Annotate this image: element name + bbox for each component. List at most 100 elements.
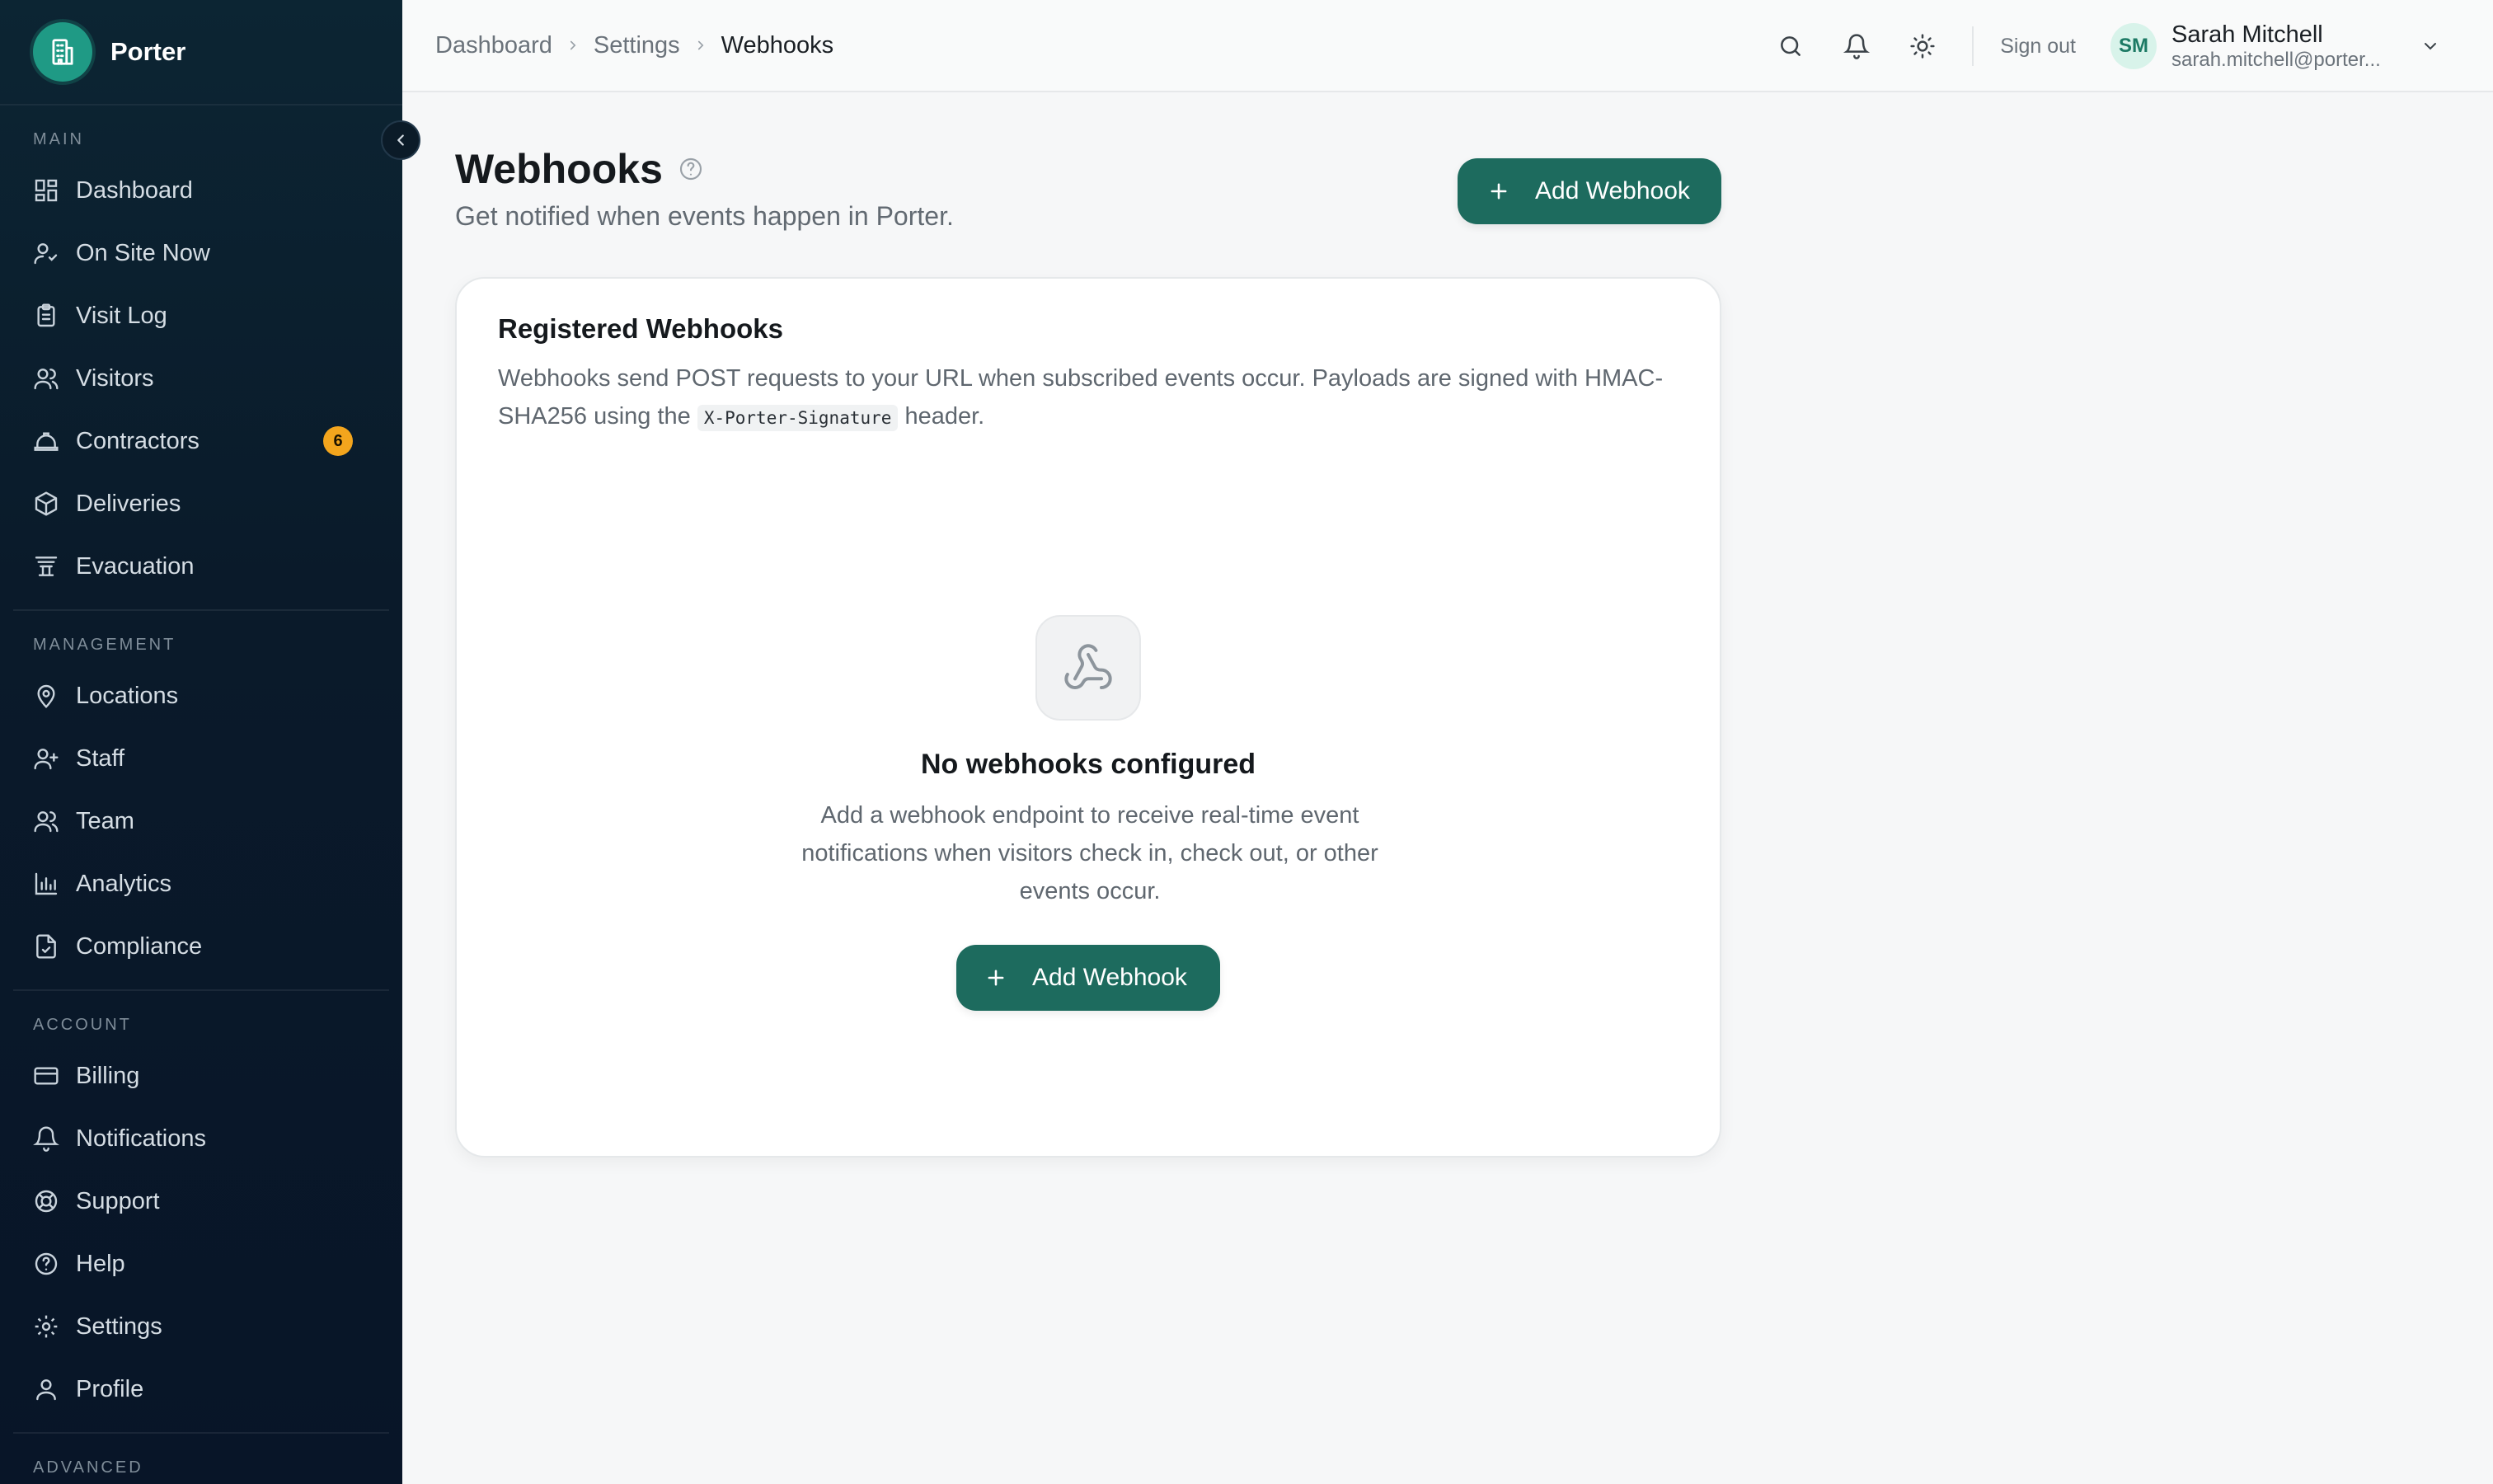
user-name: Sarah Mitchell bbox=[2171, 21, 2323, 48]
signature-header-code: X-Porter-Signature bbox=[697, 405, 899, 431]
nav-section-advanced: ADVANCED bbox=[0, 1434, 402, 1484]
page-subtitle: Get notified when events happen in Porte… bbox=[455, 201, 954, 231]
user-icon bbox=[33, 1376, 59, 1402]
sidebar-item-compliance[interactable]: Compliance bbox=[13, 915, 389, 978]
sidebar-item-label: Dashboard bbox=[76, 176, 193, 204]
sidebar-item-label: Help bbox=[76, 1250, 125, 1277]
add-webhook-button[interactable]: Add Webhook bbox=[1458, 158, 1721, 224]
card-description-tail: header. bbox=[904, 403, 985, 430]
sidebar-item-label: Visitors bbox=[76, 364, 154, 392]
chevron-right-icon bbox=[693, 38, 708, 53]
sidebar-item-dashboard[interactable]: Dashboard bbox=[13, 159, 389, 222]
sidebar-item-staff[interactable]: Staff bbox=[13, 727, 389, 790]
sidebar-item-team[interactable]: Team bbox=[13, 790, 389, 852]
theme-toggle-button[interactable] bbox=[1903, 26, 1942, 66]
sidebar-item-label: Billing bbox=[76, 1062, 140, 1089]
page-header: Webhooks bbox=[455, 145, 704, 193]
help-circle-icon[interactable] bbox=[678, 156, 704, 182]
sidebar-item-locations[interactable]: Locations bbox=[13, 665, 389, 727]
clipboard-icon bbox=[33, 303, 59, 329]
bell-icon bbox=[33, 1125, 59, 1152]
users-icon bbox=[33, 365, 59, 392]
search-button[interactable] bbox=[1771, 26, 1810, 66]
avatar[interactable]: SM bbox=[2110, 23, 2157, 69]
sidebar-item-help[interactable]: Help bbox=[13, 1233, 389, 1295]
contractors-count-badge: 6 bbox=[323, 426, 353, 456]
section-label: MANAGEMENT bbox=[33, 636, 176, 654]
sidebar-item-support[interactable]: Support bbox=[13, 1170, 389, 1233]
map-pin-icon bbox=[33, 683, 59, 709]
sidebar-item-visitors[interactable]: Visitors bbox=[13, 347, 389, 410]
chevron-right-icon bbox=[566, 38, 580, 53]
evacuation-icon bbox=[33, 553, 59, 580]
user-menu[interactable]: Sarah Mitchell sarah.mitchell@porter... bbox=[2171, 21, 2402, 72]
page-title: Webhooks bbox=[455, 146, 663, 192]
sidebar-item-on-site-now[interactable]: On Site Now bbox=[13, 222, 389, 284]
file-check-icon bbox=[33, 933, 59, 960]
breadcrumb-settings[interactable]: Settings bbox=[594, 32, 680, 59]
user-plus-icon bbox=[33, 745, 59, 772]
chevron-down-icon[interactable] bbox=[2420, 36, 2440, 56]
sidebar-item-profile[interactable]: Profile bbox=[13, 1358, 389, 1421]
sidebar-item-analytics[interactable]: Analytics bbox=[13, 852, 389, 915]
collapse-sidebar-button[interactable] bbox=[381, 120, 420, 160]
user-email: sarah.mitchell@porter... bbox=[2171, 48, 2381, 71]
section-label: ACCOUNT bbox=[33, 1016, 132, 1034]
bell-icon bbox=[1843, 34, 1871, 59]
section-label: MAIN bbox=[33, 130, 84, 148]
bar-chart-icon bbox=[33, 871, 59, 897]
empty-state-title: No webhooks configured bbox=[920, 749, 1256, 780]
chevron-left-icon bbox=[397, 134, 404, 146]
credit-card-icon bbox=[33, 1063, 59, 1089]
sidebar-item-settings[interactable]: Settings bbox=[13, 1295, 389, 1358]
webhook-icon bbox=[1035, 615, 1141, 721]
building-icon bbox=[33, 22, 92, 82]
gear-icon bbox=[33, 1313, 59, 1340]
sidebar-item-label: Locations bbox=[76, 682, 179, 709]
sidebar-item-label: On Site Now bbox=[76, 239, 210, 266]
topbar-divider bbox=[1972, 26, 1974, 66]
sidebar-item-notifications[interactable]: Notifications bbox=[13, 1107, 389, 1170]
sidebar-item-label: Staff bbox=[76, 744, 125, 772]
nav-section-account: ACCOUNT Billing Notifications Support He… bbox=[0, 991, 402, 1421]
sidebar-item-label: Contractors bbox=[76, 427, 200, 454]
sidebar-item-label: Compliance bbox=[76, 932, 203, 960]
plus-icon bbox=[1487, 180, 1510, 203]
sun-icon bbox=[1910, 34, 1935, 59]
breadcrumb-webhooks: Webhooks bbox=[721, 31, 834, 59]
card-title: Registered Webhooks bbox=[498, 313, 783, 344]
sidebar-item-label: Team bbox=[76, 807, 134, 834]
add-webhook-label: Add Webhook bbox=[1032, 964, 1187, 991]
sidebar-item-visit-log[interactable]: Visit Log bbox=[13, 284, 389, 347]
empty-state-description: Add a webhook endpoint to receive real-t… bbox=[801, 802, 1378, 904]
sidebar-item-label: Visit Log bbox=[76, 302, 167, 329]
sidebar-item-label: Evacuation bbox=[76, 552, 195, 580]
package-icon bbox=[33, 491, 59, 517]
hard-hat-icon bbox=[33, 428, 59, 454]
sidebar-item-label: Settings bbox=[76, 1313, 162, 1340]
search-icon bbox=[1781, 36, 1801, 56]
sidebar: Porter MAIN Dashboard On Site Now Visit … bbox=[0, 0, 402, 1484]
plus-icon bbox=[984, 966, 1007, 989]
sign-out-link[interactable]: Sign out bbox=[2000, 35, 2076, 59]
breadcrumb: Dashboard Settings Webhooks bbox=[435, 32, 833, 59]
users-icon bbox=[33, 808, 59, 834]
dashboard-icon bbox=[33, 177, 59, 204]
brand[interactable]: Porter bbox=[0, 0, 402, 106]
topbar: Dashboard Settings Webhooks Sign out SM … bbox=[402, 0, 2493, 92]
sidebar-item-label: Support bbox=[76, 1187, 160, 1214]
add-webhook-empty-button[interactable]: Add Webhook bbox=[956, 945, 1220, 1011]
sidebar-item-deliveries[interactable]: Deliveries bbox=[13, 472, 389, 535]
card-description: Webhooks send POST requests to your URL … bbox=[498, 359, 1685, 437]
sidebar-item-contractors[interactable]: Contractors 6 bbox=[13, 410, 389, 472]
notifications-button[interactable] bbox=[1837, 26, 1876, 66]
sidebar-item-evacuation[interactable]: Evacuation bbox=[13, 535, 389, 598]
sidebar-item-billing[interactable]: Billing bbox=[13, 1045, 389, 1107]
nav-section-main: MAIN Dashboard On Site Now Visit Log Vis… bbox=[0, 106, 402, 598]
topbar-actions: Sign out SM Sarah Mitchell sarah.mitchel… bbox=[1744, 0, 2440, 92]
sidebar-item-label: Profile bbox=[76, 1375, 144, 1402]
breadcrumb-dashboard[interactable]: Dashboard bbox=[435, 32, 552, 59]
sidebar-item-label: Deliveries bbox=[76, 490, 181, 517]
sidebar-item-label: Analytics bbox=[76, 870, 172, 897]
brand-name: Porter bbox=[110, 37, 186, 66]
